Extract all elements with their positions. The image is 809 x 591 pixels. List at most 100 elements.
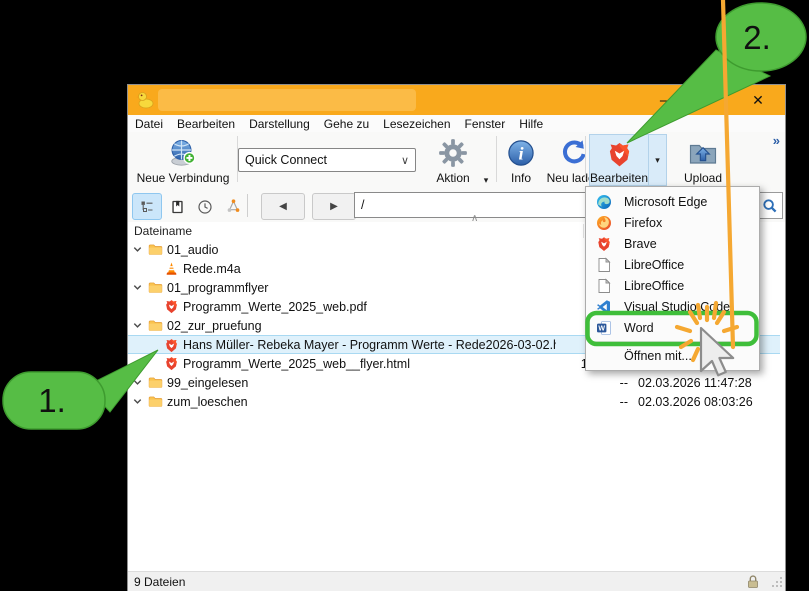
menu-hilfe[interactable]: Hilfe [512,117,550,131]
folder-icon [148,318,163,333]
menu-lesezeichen[interactable]: Lesezeichen [376,117,457,131]
forward-arrow-icon: ▶ [330,201,338,212]
column-divider[interactable] [583,224,584,238]
outline-view-icon [141,201,153,212]
info-icon: i [507,134,535,171]
menu-item-label: Microsoft Edge [624,194,708,209]
menu-item-libreoffice-2[interactable]: LibreOffice [586,275,759,296]
cyberduck-duck-icon [136,92,154,109]
action-button[interactable]: Aktion [424,134,482,186]
toolbar-separator [496,136,497,182]
toolbar-overflow-chevron[interactable]: » [773,133,780,148]
toolbar: Neue Verbindung Quick Connect ∨ Aktion ▾… [128,132,785,189]
callout-step2-label: 2. [743,19,771,56]
upload-button[interactable]: Upload [676,134,730,186]
table-row[interactable]: zum_loeschen -- 02.03.2026 08:03:26 [128,392,780,411]
outline-view-button[interactable] [132,193,162,220]
resize-grip[interactable] [771,576,783,588]
menu-fenster[interactable]: Fenster [458,117,513,131]
menu-item-brave[interactable]: Brave [586,233,759,254]
expander-chevron-icon[interactable] [132,244,143,255]
nav-separator [247,194,248,217]
clock-icon [198,199,212,214]
menu-item-firefox[interactable]: Firefox [586,212,759,233]
info-button[interactable]: i Info [500,134,542,186]
edit-dropdown-arrow[interactable]: ▾ [648,135,666,185]
back-arrow-icon: ◀ [279,201,287,212]
edit-label: Bearbeiten [589,171,649,185]
brave-icon [164,338,179,353]
file-name: zum_loeschen [167,394,248,409]
menu-bar: Datei Bearbeiten Darstellung Gehe zu Les… [128,115,785,133]
cyberduck-window: – ✕ Datei Bearbeiten Darstellung Gehe zu… [128,85,785,591]
file-size: -- [619,394,628,409]
table-row[interactable]: 99_eingelesen -- 02.03.2026 11:47:28 [128,373,780,392]
menu-item-label: Visual Studio Code [624,299,731,314]
menu-item-label: LibreOffice [624,257,685,272]
expander-chevron-icon[interactable] [132,396,143,407]
minimize-button[interactable]: – [642,85,686,115]
chevron-down-icon: ∨ [400,154,409,167]
menu-item-open-with[interactable]: Öffnen mit... [586,345,759,366]
file-name: 01_programmflyer [167,280,269,295]
menu-separator [590,341,755,342]
bonjour-icon [227,199,239,212]
dropdown-arrow-icon: ▾ [655,154,660,165]
svg-text:i: i [518,143,524,163]
file-name: 01_audio [167,242,219,257]
back-button[interactable]: ◀ [261,193,305,220]
folder-icon [148,280,163,295]
edit-with-dropdown-menu: Microsoft Edge Firefox Brave LibreOffice… [585,186,760,371]
firefox-icon [597,215,611,230]
title-bar[interactable]: – ✕ [128,85,785,115]
search-button[interactable] [757,192,783,219]
word-icon: W [597,320,611,335]
status-bar: 9 Dateien [128,571,785,591]
bookmark-icon [171,200,183,213]
column-header-dateiname[interactable]: Dateiname [128,224,192,238]
folder-icon [148,242,163,257]
menu-item-word[interactable]: W Word [586,317,759,338]
menu-bearbeiten[interactable]: Bearbeiten [170,117,242,131]
menu-item-microsoft-edge[interactable]: Microsoft Edge [586,191,759,212]
menu-item-visual-studio-code[interactable]: Visual Studio Code [586,296,759,317]
bookmarks-button[interactable] [162,193,192,220]
window-title-redacted [158,89,416,111]
globe-plus-icon [168,134,198,171]
reload-icon [560,134,588,171]
callout-step1-label: 1. [38,382,66,419]
menu-datei[interactable]: Datei [128,117,170,131]
menu-item-label: LibreOffice [624,278,685,293]
file-count-status: 9 Dateien [134,574,186,589]
menu-gehe-zu[interactable]: Gehe zu [317,117,376,131]
file-name: 02_zur_pruefung [167,318,262,333]
menu-item-libreoffice-1[interactable]: LibreOffice [586,254,759,275]
menu-darstellung[interactable]: Darstellung [242,117,317,131]
new-connection-button[interactable]: Neue Verbindung [132,134,234,186]
screenshot-stage: – ✕ Datei Bearbeiten Darstellung Gehe zu… [0,0,809,591]
path-value: / [361,198,365,212]
file-name: Programm_Werte_2025_web__flyer.html [183,356,410,371]
upload-icon [688,134,718,171]
brave-icon [164,356,179,371]
bonjour-button[interactable] [218,193,248,220]
quick-connect-combobox[interactable]: Quick Connect ∨ [238,148,416,172]
action-label: Aktion [436,171,470,185]
expander-chevron-icon[interactable] [132,377,143,388]
dropdown-arrow-icon: ▾ [483,175,489,185]
brave-icon [606,141,633,171]
edit-button[interactable]: Bearbeiten [590,135,648,185]
menu-item-label: Brave [624,236,657,251]
expander-chevron-icon[interactable] [132,282,143,293]
libreoffice-icon [596,257,612,273]
history-button[interactable] [190,193,220,220]
expander-chevron-icon[interactable] [132,320,143,331]
edge-icon [597,194,611,209]
toolbar-separator [585,136,586,182]
menu-item-label: Öffnen mit... [624,348,692,363]
file-name: Hans Müller- Rebeka Mayer - Programm Wer… [183,337,556,352]
close-button[interactable]: ✕ [736,85,780,115]
forward-button[interactable]: ▶ [312,193,356,220]
search-icon [763,198,777,212]
brave-icon [596,236,612,252]
